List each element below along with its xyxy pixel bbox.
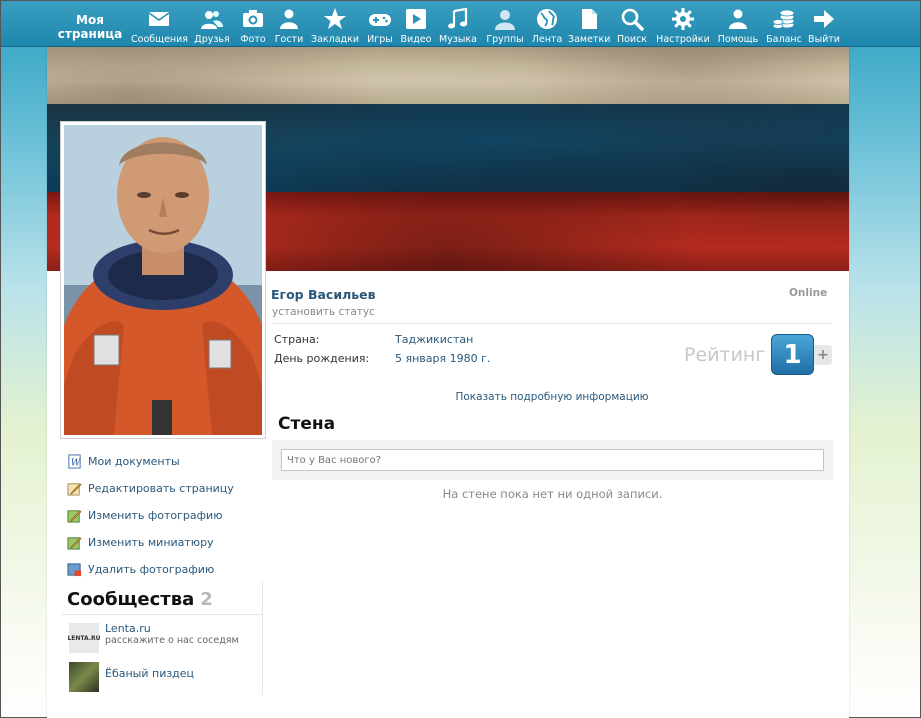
nav-label: Группы	[486, 34, 524, 45]
wall-title: Стена	[278, 414, 336, 434]
menu-label: Редактировать страницу	[88, 481, 234, 495]
gamepad-icon	[369, 14, 391, 26]
document-icon	[582, 9, 597, 29]
nav-label: Помощь	[717, 34, 759, 45]
rating-label: Рейтинг	[684, 344, 766, 366]
groups-icon	[495, 10, 515, 30]
nav-notes[interactable]: Заметки	[568, 7, 610, 47]
nav-guests[interactable]: Гости	[273, 7, 305, 47]
wall-empty-message: На стене пока нет ни одной записи.	[442, 487, 663, 501]
nav-label: Видео	[400, 34, 432, 45]
nav-label: Поиск	[616, 34, 648, 45]
magnifier-icon	[621, 8, 644, 31]
rating-value-badge: 1	[771, 334, 814, 375]
menu-label: Мои документы	[88, 454, 180, 468]
birthday-label: День рождения:	[274, 352, 370, 365]
nav-label: Сообщения	[131, 34, 189, 45]
arrow-right-icon	[814, 10, 834, 28]
avatar-frame[interactable]	[60, 121, 266, 439]
community-name[interactable]: Lenta.ru	[105, 623, 239, 635]
menu-change-photo[interactable]: Изменить фотографию	[67, 506, 222, 524]
nav-label: Игры	[367, 34, 393, 45]
nav-label: Гости	[274, 34, 304, 45]
community-description: расскажите о нас соседям	[105, 635, 239, 646]
menu-change-thumbnail[interactable]: Изменить миниатюру	[67, 533, 214, 551]
svg-text:W: W	[71, 457, 82, 468]
rating-plus-button[interactable]: +	[814, 345, 832, 365]
nav-help[interactable]: Помощь	[717, 7, 759, 47]
community-item[interactable]: Ёбаный пиздец	[69, 662, 194, 692]
nav-label: Настройки	[656, 34, 710, 45]
menu-label: Удалить фотографию	[88, 562, 215, 576]
guest-icon	[280, 9, 298, 29]
edit-thumbnail-icon	[67, 536, 82, 550]
documents-icon: W	[68, 453, 82, 469]
edit-page-icon	[67, 482, 82, 496]
community-name[interactable]: Ёбаный пиздец	[105, 668, 194, 680]
community-thumbnail[interactable]: LENTA.RU	[67, 623, 101, 653]
menu-label: Изменить миниатюру	[88, 535, 214, 549]
camera-icon	[243, 10, 263, 27]
nav-label: Друзья	[194, 34, 230, 45]
nav-label: Закладки	[311, 34, 360, 45]
envelope-icon	[148, 12, 170, 26]
nav-label: Музыка	[439, 34, 477, 45]
coins-icon	[772, 9, 795, 29]
country-label: Страна:	[274, 333, 320, 346]
community-item[interactable]: LENTA.RU Lenta.ru расскажите о нас сосед…	[67, 623, 239, 653]
friends-icon	[201, 11, 223, 29]
lenta-logo: LENTA.RU	[67, 634, 101, 642]
profile-name[interactable]: Егор Васильев	[271, 287, 376, 302]
top-navigation-bar: Моя страница Сообщения Друзья Фото Гости…	[1, 1, 920, 47]
communities-count: 2	[200, 589, 213, 610]
nav-messages[interactable]: Сообщения	[131, 7, 189, 47]
nav-feed[interactable]: Лента	[531, 7, 563, 47]
divider	[262, 581, 263, 695]
nav-label: Заметки	[568, 34, 611, 45]
nav-label: Баланс	[766, 34, 802, 45]
nav-music[interactable]: Музыка	[438, 7, 478, 47]
play-icon	[406, 9, 426, 29]
community-thumbnail[interactable]	[69, 662, 99, 692]
gear-icon	[672, 8, 694, 30]
online-status: Online	[789, 287, 828, 299]
music-note-icon	[448, 7, 468, 29]
nav-logout[interactable]: Выйти	[807, 7, 841, 47]
menu-delete-photo[interactable]: Удалить фотографию	[67, 560, 214, 578]
help-person-icon	[729, 9, 747, 29]
edit-photo-icon	[67, 509, 82, 523]
nav-balance[interactable]: Баланс	[765, 7, 803, 47]
nav-groups[interactable]: Группы	[484, 7, 526, 47]
set-status-link[interactable]: установить статус	[272, 306, 375, 318]
show-more-info-link[interactable]: Показать подробную информацию	[272, 391, 832, 403]
avatar-photo	[64, 125, 262, 435]
profile-panel: W Мои документы Редактировать страницу И…	[47, 47, 849, 718]
divider	[272, 323, 832, 324]
delete-photo-icon	[67, 562, 82, 576]
birthday-value[interactable]: 5 января 1980 г.	[395, 352, 490, 365]
wall-post-input[interactable]	[281, 449, 824, 471]
avatar[interactable]	[64, 125, 262, 435]
nav-label: Выйти	[808, 34, 840, 45]
divider	[62, 614, 262, 615]
nav-search[interactable]: Поиск	[615, 7, 649, 47]
nav-label: Фото	[240, 34, 266, 45]
nav-label: Лента	[531, 34, 563, 45]
globe-icon	[537, 9, 557, 29]
nav-video[interactable]: Видео	[400, 7, 432, 47]
menu-edit-page[interactable]: Редактировать страницу	[67, 479, 234, 497]
nav-settings[interactable]: Настройки	[655, 7, 711, 47]
communities-heading: Сообщества 2	[67, 589, 213, 610]
country-value[interactable]: Таджикистан	[395, 333, 473, 346]
nav-bookmarks[interactable]: Закладки	[311, 7, 359, 47]
nav-friends[interactable]: Друзья	[194, 7, 230, 47]
nav-games[interactable]: Игры	[365, 7, 395, 47]
menu-label: Изменить фотографию	[88, 508, 223, 522]
nav-photo[interactable]: Фото	[238, 7, 268, 47]
communities-title: Сообщества	[67, 589, 195, 610]
my-page-link[interactable]: Моя страница	[57, 13, 123, 41]
wall-post-box	[272, 440, 833, 480]
star-icon	[324, 8, 346, 29]
menu-my-documents[interactable]: W Мои документы	[67, 452, 180, 470]
